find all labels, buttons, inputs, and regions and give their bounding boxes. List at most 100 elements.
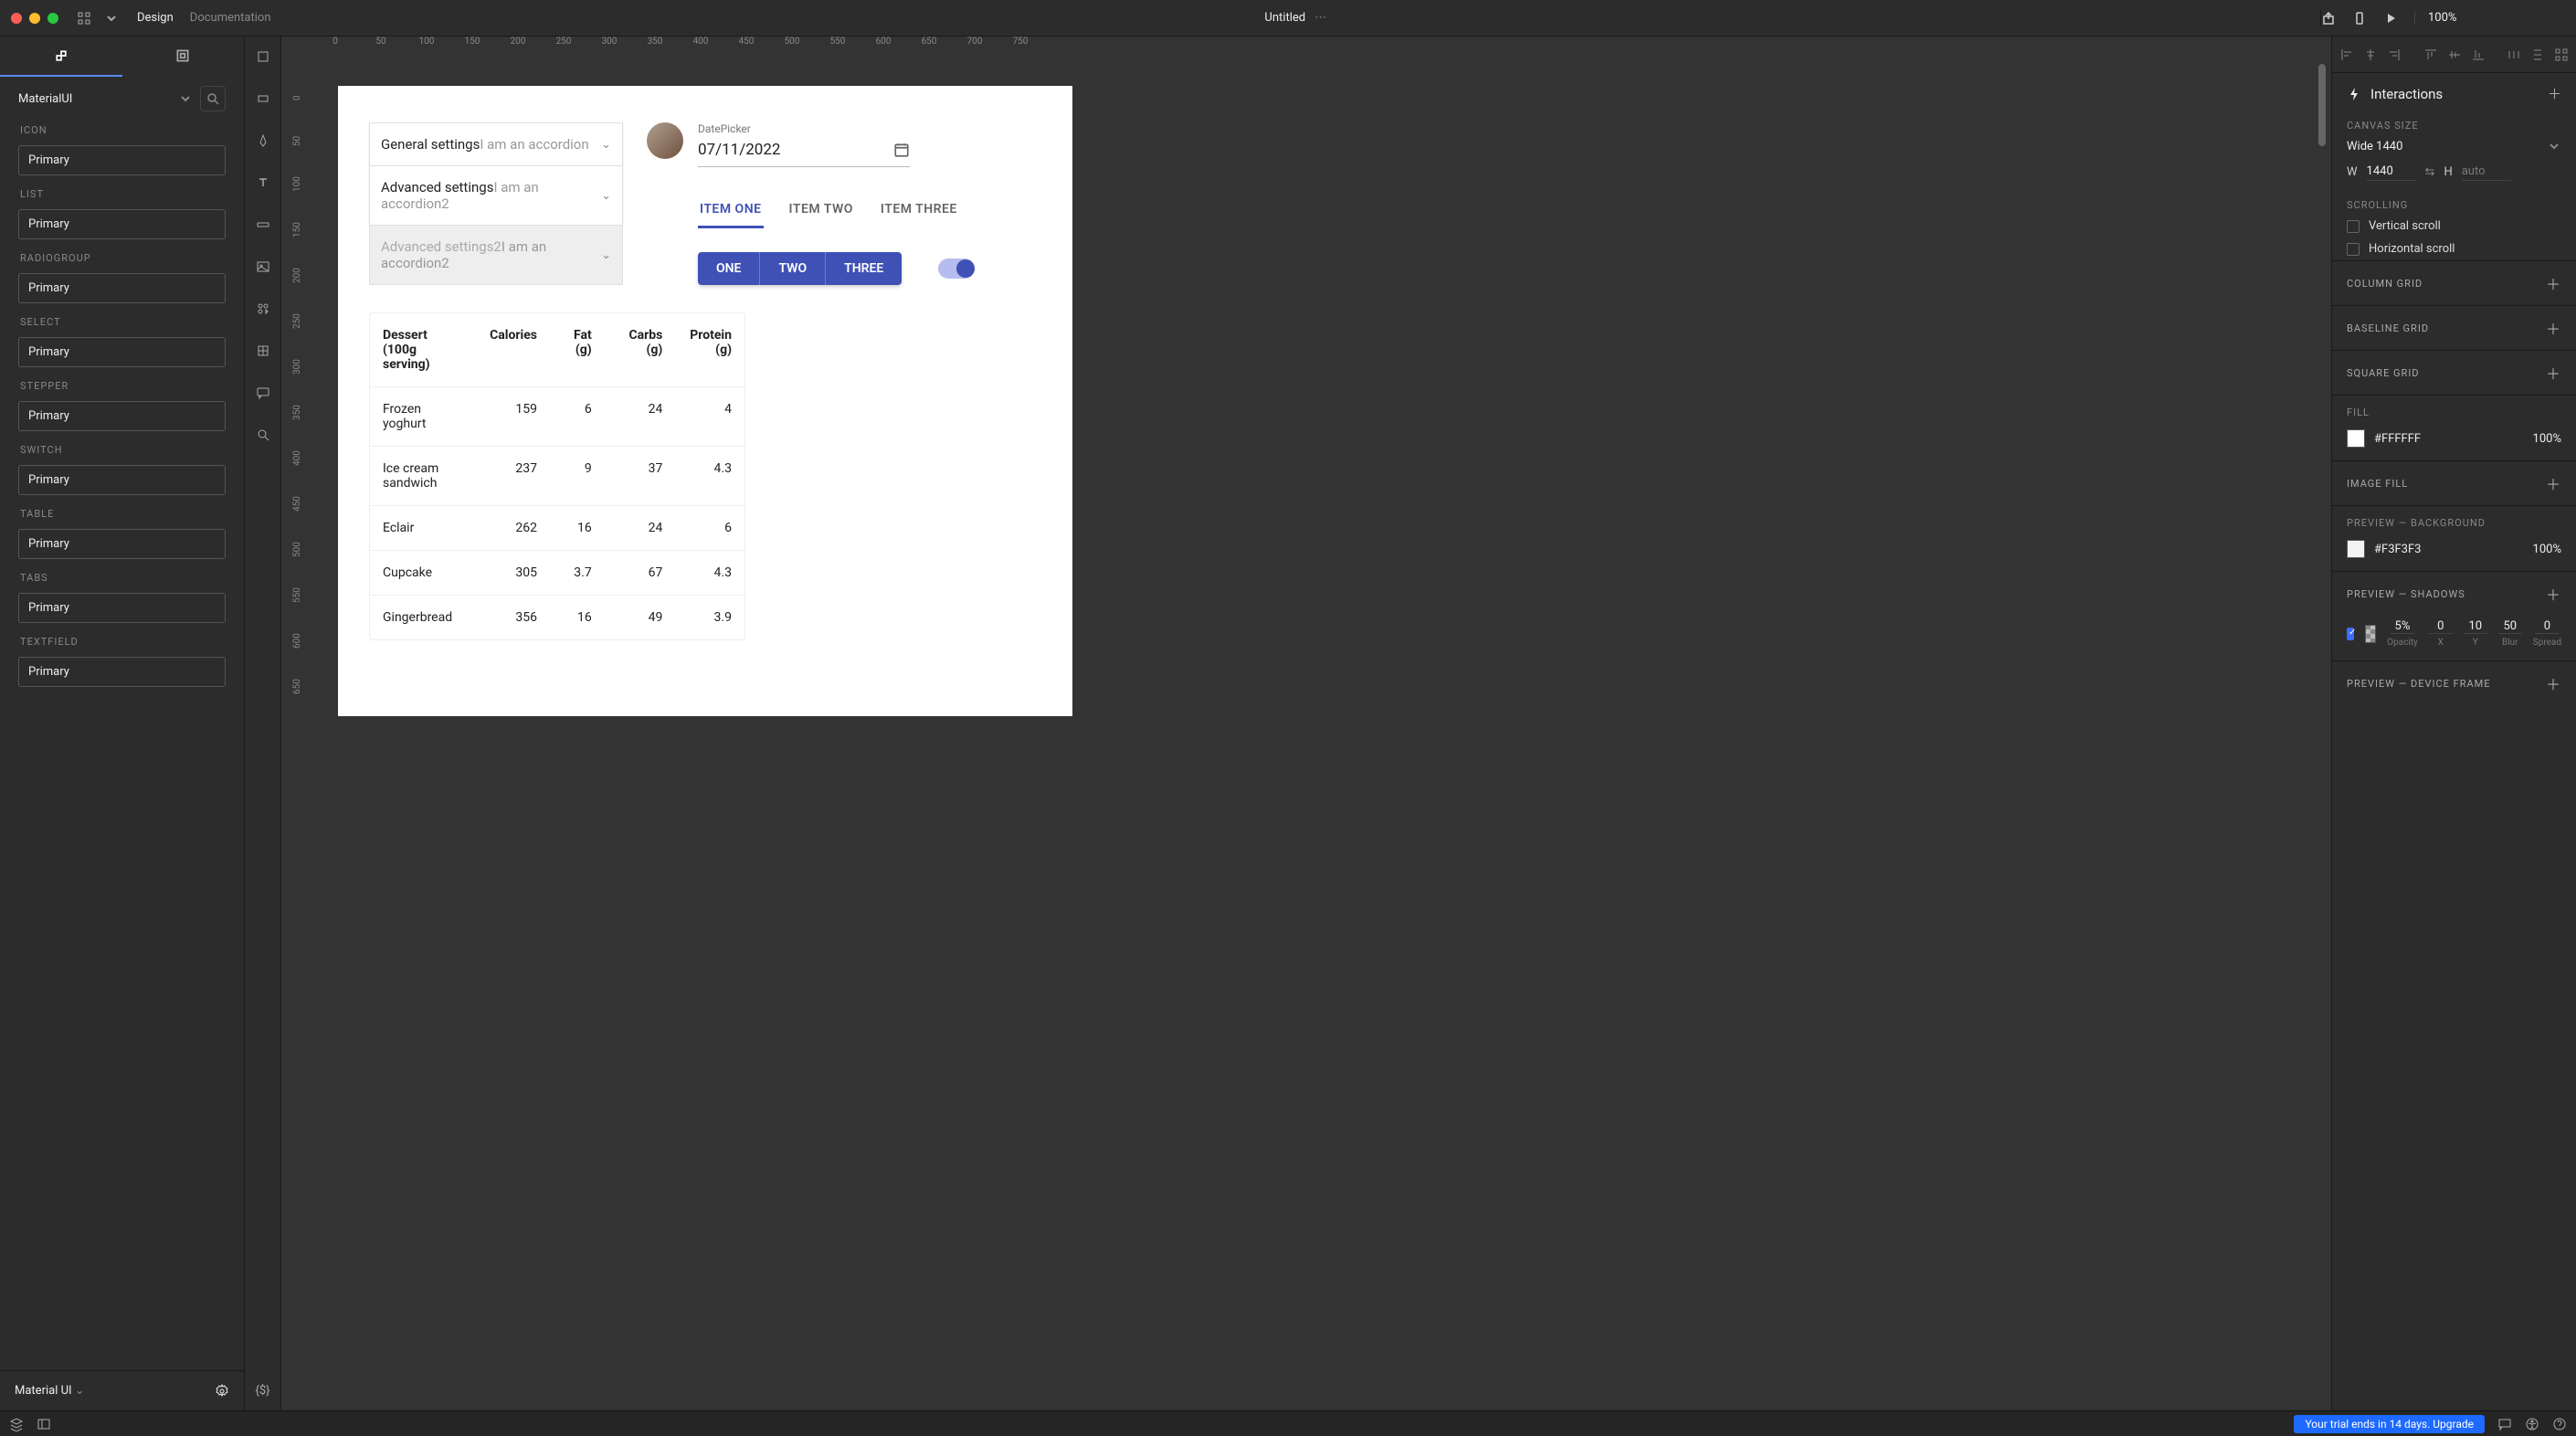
tidy-icon[interactable] [2554,48,2569,62]
image-fill-section[interactable]: IMAGE FILL＋ [2332,460,2576,505]
width-input[interactable]: 1440 [2367,163,2416,181]
shadow-blur-input[interactable]: 50 [2498,619,2522,634]
pen-tool-icon[interactable] [252,130,274,152]
tab-item[interactable]: ITEM THREE [879,193,959,228]
left-tab-components[interactable] [0,37,122,77]
shadow-x-input[interactable]: 0 [2429,619,2453,634]
shadow-enable-checkbox[interactable] [2347,628,2354,640]
fill-hex-input[interactable]: #FFFFFF [2374,432,2524,446]
canvas[interactable]: 0501001502002503003504004505005506006507… [281,37,2331,1410]
preview-bg-opacity-input[interactable]: 100% [2533,543,2561,556]
help-icon[interactable] [2552,1417,2567,1431]
square-grid-section[interactable]: SQUARE GRID＋ [2332,350,2576,395]
doc-menu-icon[interactable]: ⋯ [1314,11,1326,25]
align-left-icon[interactable] [2339,48,2354,62]
preview-bg-label: PREVIEW — BACKGROUND [2332,505,2576,533]
doc-title[interactable]: Untitled [1264,11,1305,25]
artboard[interactable]: General settingsI am an accordion⌄Advanc… [338,86,1072,716]
canvas-preset-select[interactable]: Wide 1440 [2332,135,2576,163]
component-chip[interactable]: Primary [18,657,226,687]
chevron-down-icon[interactable] [104,11,119,26]
fill-label: FILL [2332,395,2576,422]
align-top-icon[interactable] [2423,48,2438,62]
calendar-icon[interactable] [893,142,910,158]
comment-tool-icon[interactable] [252,382,274,404]
component-chip[interactable]: Primary [18,401,226,431]
component-chip[interactable]: Primary [18,465,226,495]
button-group-button[interactable]: ONE [698,252,760,285]
accordion-item[interactable]: Advanced settingsI am an accordion2⌄ [369,166,623,226]
tab-item[interactable]: ITEM ONE [698,193,764,228]
distribute-h-icon[interactable] [2507,48,2521,62]
button-group-button[interactable]: TWO [760,252,826,285]
search-button[interactable] [200,86,226,111]
share-icon[interactable] [2321,11,2336,26]
component-chip[interactable]: Primary [18,529,226,559]
horizontal-scroll-checkbox[interactable]: Horizontal scroll [2332,238,2576,260]
height-input[interactable]: auto [2462,163,2511,181]
switch-toggle[interactable] [938,259,975,279]
search-tool-icon[interactable] [252,424,274,446]
component-chip[interactable]: Primary [18,145,226,175]
shadow-opacity-input[interactable]: 5% [2391,619,2414,634]
datepicker-field[interactable]: 07/11/2022 [698,135,910,167]
chevron-down-icon[interactable] [178,91,193,106]
align-center-h-icon[interactable] [2363,48,2378,62]
rectangle-tool-icon[interactable] [252,88,274,110]
distribute-v-icon[interactable] [2530,48,2545,62]
play-icon[interactable] [2383,11,2398,26]
vertical-scroll-checkbox[interactable]: Vertical scroll [2332,215,2576,238]
component-chip[interactable]: Primary [18,337,226,367]
accordion-item[interactable]: General settingsI am an accordion⌄ [369,122,623,166]
icon-tool-icon[interactable] [252,298,274,320]
tab-item[interactable]: ITEM TWO [787,193,855,228]
preview-bg-hex-input[interactable]: #F3F3F3 [2374,543,2524,556]
trial-banner[interactable]: Your trial ends in 14 days. Upgrade [2294,1415,2485,1433]
canvas-scrollbar[interactable] [2318,64,2326,146]
variables-icon[interactable]: {$} [252,1379,274,1401]
preview-device-section[interactable]: PREVIEW — DEVICE FRAME＋ [2332,660,2576,705]
component-chip[interactable]: Primary [18,273,226,303]
button-group-button[interactable]: THREE [826,252,902,285]
shadow-spread-input[interactable]: 0 [2535,619,2559,634]
table-header: Carbs (g) [605,313,676,386]
tab-design[interactable]: Design [137,11,174,25]
accessibility-icon[interactable] [2525,1417,2539,1431]
add-interaction-button[interactable]: ＋ [2548,84,2561,103]
text-tool-icon[interactable] [252,172,274,194]
shadow-y-input[interactable]: 10 [2464,619,2487,634]
feedback-icon[interactable] [2497,1417,2512,1431]
library-select[interactable]: MaterialUI [18,92,171,106]
device-icon[interactable] [2352,11,2367,26]
button-tool-icon[interactable] [252,214,274,236]
component-chip[interactable]: Primary [18,593,226,623]
settings-icon[interactable] [215,1384,229,1399]
frame-tool-icon[interactable] [252,46,274,68]
library-footer[interactable]: Material UI ⌄ [15,1384,85,1398]
left-tab-layers[interactable] [122,37,245,77]
category-label: ICON [0,121,244,142]
maximize-window-button[interactable] [48,13,58,24]
add-shadow-button[interactable]: ＋ [2546,583,2561,605]
close-window-button[interactable] [11,13,22,24]
preview-bg-swatch[interactable] [2347,540,2365,558]
swap-icon[interactable]: ⇆ [2425,165,2435,179]
image-tool-icon[interactable] [252,256,274,278]
baseline-grid-section[interactable]: BASELINE GRID＋ [2332,305,2576,350]
app-grid-icon[interactable] [77,11,91,26]
component-chip[interactable]: Primary [18,209,226,239]
minimize-window-button[interactable] [29,13,40,24]
align-center-v-icon[interactable] [2447,48,2462,62]
panel-icon[interactable] [37,1417,51,1431]
align-bottom-icon[interactable] [2471,48,2486,62]
layers-icon[interactable] [9,1417,24,1431]
fill-opacity-input[interactable]: 100% [2533,432,2561,446]
zoom-level[interactable]: 100% [2414,11,2456,25]
tab-documentation[interactable]: Documentation [190,11,271,25]
shadow-color-swatch[interactable] [2365,625,2376,643]
fill-swatch[interactable] [2347,429,2365,448]
avatar [647,122,683,159]
column-grid-section[interactable]: COLUMN GRID＋ [2332,260,2576,305]
component-tool-icon[interactable] [252,340,274,362]
align-right-icon[interactable] [2387,48,2402,62]
